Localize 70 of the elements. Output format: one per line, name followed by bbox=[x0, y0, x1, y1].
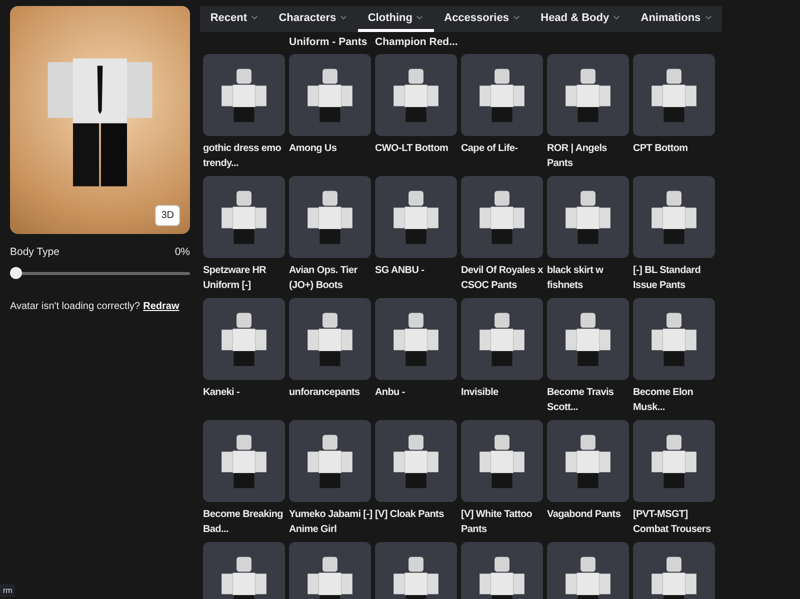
item-name: [V] Cloak Pants bbox=[375, 508, 445, 522]
item-name: gothic dress emo trendy... bbox=[203, 142, 282, 171]
help-text: Avatar isn't loading correctly? bbox=[10, 301, 140, 312]
item-thumbnail[interactable] bbox=[547, 420, 629, 502]
chevron-down-icon bbox=[613, 15, 620, 20]
item-thumbnail[interactable] bbox=[289, 54, 371, 136]
item-name: Cape of Life- bbox=[461, 142, 519, 156]
category-tab[interactable]: Animations bbox=[630, 6, 722, 32]
item-thumbnail[interactable] bbox=[633, 298, 715, 380]
chevron-down-icon bbox=[251, 15, 258, 20]
item-name: Become Breaking Bad... bbox=[203, 508, 284, 537]
item-name: Avian Ops. Tier (JO+) Boots bbox=[289, 264, 358, 293]
item-name: Vagabond Pants bbox=[547, 508, 622, 522]
item-thumbnail[interactable] bbox=[203, 420, 285, 502]
item-name: SG ANBU - bbox=[375, 264, 426, 278]
item-name: black skirt w fishnets bbox=[547, 264, 604, 293]
category-tab[interactable]: Accessories bbox=[434, 6, 530, 32]
item-thumbnail[interactable] bbox=[375, 176, 457, 258]
item-thumbnail[interactable] bbox=[289, 176, 371, 258]
item-name: Devil Of Royales x CSOC Pants bbox=[461, 264, 544, 293]
item-name: ROR | Angels Pants bbox=[547, 142, 608, 171]
item-name: [-] BL Standard Issue Pants bbox=[633, 264, 702, 293]
item-name: Yumeko Jabami [-] Anime Girl bbox=[289, 508, 374, 537]
body-type-value: 0% bbox=[174, 246, 190, 258]
body-type-label: Body Type bbox=[10, 246, 60, 258]
item-name: Kaneki - bbox=[203, 386, 241, 400]
category-tab[interactable]: Clothing bbox=[358, 6, 434, 32]
chevron-down-icon bbox=[340, 15, 348, 20]
item-thumbnail[interactable] bbox=[375, 298, 457, 380]
item-thumbnail[interactable] bbox=[633, 176, 715, 258]
corner-label: rm bbox=[0, 584, 16, 597]
category-tab[interactable]: Characters bbox=[268, 6, 358, 32]
body-type-slider[interactable] bbox=[10, 267, 190, 279]
item-thumbnail[interactable] bbox=[289, 298, 371, 380]
item-name: Become Elon Musk... bbox=[633, 386, 694, 415]
item-name: Invisible bbox=[461, 386, 500, 400]
item-name: unforancepants bbox=[289, 386, 361, 400]
item-thumbnail[interactable] bbox=[547, 54, 629, 136]
item-thumbnail[interactable] bbox=[461, 420, 543, 502]
item-thumbnail[interactable] bbox=[203, 54, 285, 136]
item-name: [V] White Tattoo Pants bbox=[461, 508, 534, 537]
item-thumbnail[interactable] bbox=[547, 176, 629, 258]
3d-view-button[interactable]: 3D bbox=[155, 205, 180, 226]
item-name: CWO-LT Bottom bbox=[375, 142, 450, 156]
slider-thumb[interactable] bbox=[10, 267, 22, 279]
item-thumbnail[interactable] bbox=[633, 420, 715, 502]
item-thumbnail[interactable] bbox=[461, 54, 543, 136]
item-name: Uniform - Pants bbox=[289, 35, 368, 50]
item-name: [PVT-MSGT] Combat Trousers bbox=[633, 508, 712, 537]
chevron-down-icon bbox=[704, 15, 712, 20]
item-name: Spetzware HR Uniform [-] bbox=[203, 264, 268, 293]
item-thumbnail[interactable] bbox=[203, 176, 285, 258]
category-tab[interactable]: Head & Body bbox=[530, 6, 630, 32]
chevron-down-icon bbox=[416, 15, 424, 20]
item-thumbnail[interactable] bbox=[633, 54, 715, 136]
item-thumbnail[interactable] bbox=[461, 176, 543, 258]
item-name: Become Travis Scott... bbox=[547, 386, 615, 415]
item-name: CPT Bottom bbox=[633, 142, 689, 156]
item-thumbnail[interactable] bbox=[461, 298, 543, 380]
item-name: Among Us bbox=[289, 142, 338, 156]
chevron-down-icon bbox=[512, 15, 520, 20]
item-thumbnail[interactable] bbox=[289, 420, 371, 502]
item-name: Champion Red... bbox=[375, 35, 457, 50]
item-thumbnail[interactable] bbox=[203, 298, 285, 380]
item-thumbnail[interactable] bbox=[375, 420, 457, 502]
redraw-link[interactable]: Redraw bbox=[143, 301, 180, 312]
item-thumbnail[interactable] bbox=[375, 54, 457, 136]
category-tab[interactable]: Recent bbox=[200, 6, 268, 32]
item-thumbnail[interactable] bbox=[547, 298, 629, 380]
item-name: Anbu - bbox=[375, 386, 406, 400]
